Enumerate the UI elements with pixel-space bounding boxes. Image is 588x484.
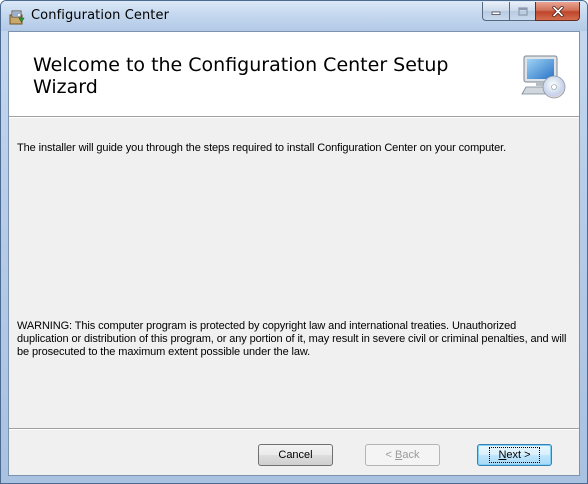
back-arrow: < xyxy=(385,449,395,461)
cancel-button[interactable]: Cancel xyxy=(258,444,333,466)
next-button-label: Next > xyxy=(489,447,540,463)
close-icon xyxy=(551,5,564,17)
computer-cd-icon xyxy=(521,55,566,99)
back-label-rest: ack xyxy=(402,449,420,461)
back-button-label: < Back xyxy=(386,449,420,461)
caption-buttons xyxy=(482,2,580,22)
close-button[interactable] xyxy=(535,2,580,21)
intro-text: The installer will guide you through the… xyxy=(17,142,507,154)
wizard-client-area: Welcome to the Configuration Center Setu… xyxy=(8,31,580,476)
title-bar[interactable]: Configuration Center xyxy=(1,1,587,31)
back-button[interactable]: < Back xyxy=(365,444,440,466)
wizard-banner: Welcome to the Configuration Center Setu… xyxy=(9,32,579,116)
copyright-warning: WARNING: This computer program is protec… xyxy=(17,320,567,358)
maximize-icon xyxy=(517,6,528,16)
minimize-icon xyxy=(491,11,501,15)
button-separator xyxy=(9,428,579,430)
banner-separator xyxy=(9,116,579,118)
next-label-rest: ext > xyxy=(506,449,531,461)
cancel-button-label: Cancel xyxy=(278,449,313,461)
wizard-heading: Welcome to the Configuration Center Setu… xyxy=(33,54,449,98)
setup-wizard-window: Configuration Center Welcome to the Conf… xyxy=(0,0,588,484)
installer-package-icon xyxy=(9,10,25,25)
maximize-button[interactable] xyxy=(509,2,535,21)
next-button[interactable]: Next > xyxy=(477,444,552,466)
window-title: Configuration Center xyxy=(31,8,170,23)
minimize-button[interactable] xyxy=(482,2,509,21)
